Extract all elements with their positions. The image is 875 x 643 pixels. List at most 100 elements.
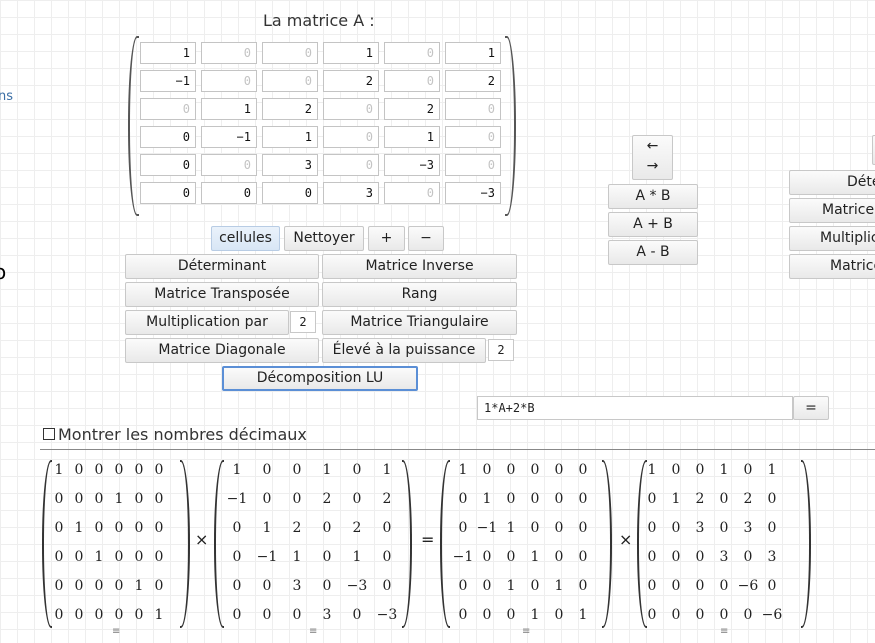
matrix-menu-icon[interactable]: ≡ (309, 626, 317, 637)
evaluate-button[interactable]: = (793, 396, 829, 420)
matrix-entry: 0 (232, 607, 242, 623)
times-operator-2: × (619, 530, 633, 549)
power-button[interactable]: Élevé à la puissance (322, 338, 486, 363)
matrix-row: 000100 (42, 489, 190, 518)
matrix-entry: 0 (262, 462, 272, 478)
matrix-row: 100101 (637, 460, 811, 489)
matrix-row: 0 −1 1 0 0 0 (440, 518, 612, 547)
matrix-a-cell[interactable]: 1 (262, 126, 318, 148)
matrix-a-cell[interactable]: 0 (262, 182, 318, 204)
matrix-a-cell[interactable]: 0 (201, 154, 257, 176)
results-divider (40, 449, 875, 450)
matrix-a-cell[interactable]: 3 (323, 182, 379, 204)
matrix-a-cell[interactable]: 1 (445, 42, 501, 64)
a-times-b-button[interactable]: A * B (608, 184, 698, 209)
matrix-a-cell[interactable]: 2 (323, 70, 379, 92)
matrix-b-multiply-button[interactable]: Multiplica (789, 226, 875, 251)
matrix-entry: 0 (578, 520, 588, 536)
matrix-b-determinant-button[interactable]: Déte (789, 170, 875, 195)
matrix-b-diagonal-button[interactable]: Matrice (789, 254, 875, 279)
matrix-entry: 0 (578, 578, 588, 594)
matrix-a-cell[interactable]: 0 (323, 154, 379, 176)
matrix-a-cell[interactable]: 1 (201, 98, 257, 120)
remove-size-button[interactable]: − (408, 226, 444, 251)
matrix-entry: 0 (154, 549, 164, 565)
matrix-entry: 1 (262, 520, 272, 536)
matrix-row: 100000 (440, 460, 612, 489)
matrix-a-title: La matrice A : (263, 11, 375, 30)
matrix-entry: −3 (376, 607, 398, 623)
transpose-button[interactable]: Matrice Transposée (125, 282, 319, 307)
matrix-entry: 0 (322, 578, 332, 594)
matrix-a-cell[interactable]: 0 (323, 126, 379, 148)
matrix-entry: 0 (154, 462, 164, 478)
matrix-entry: 1 (382, 462, 392, 478)
matrix-a-cell[interactable]: 2 (445, 70, 501, 92)
show-decimals-checkbox[interactable] (43, 428, 55, 440)
determinant-button[interactable]: Déterminant (125, 254, 319, 279)
matrix-a-cell[interactable]: 0 (445, 126, 501, 148)
add-size-button[interactable]: + (368, 226, 405, 251)
matrix-menu-icon[interactable]: ≡ (522, 626, 530, 637)
matrix-a-cell[interactable]: 3 (262, 154, 318, 176)
diagonal-button[interactable]: Matrice Diagonale (125, 338, 319, 363)
matrix-row: −1 0 0 2 0 2 (214, 489, 412, 518)
power-exponent-input[interactable]: 2 (488, 339, 514, 361)
matrix-a-cell[interactable]: 0 (140, 154, 196, 176)
matrix-a-cell[interactable]: 2 (262, 98, 318, 120)
equals-operator: = (421, 530, 435, 549)
matrix-a-cell[interactable]: 0 (323, 98, 379, 120)
matrix-a-cell[interactable]: −3 (384, 154, 440, 176)
matrix-entry: 0 (154, 491, 164, 507)
matrix-a-cell[interactable]: 0 (384, 70, 440, 92)
matrix-entry: 0 (292, 491, 302, 507)
matrix-a-cell[interactable]: −1 (140, 70, 196, 92)
matrix-a-cell[interactable]: 0 (140, 182, 196, 204)
matrix-entry: 0 (578, 549, 588, 565)
matrix-a-cell[interactable]: 0 (262, 70, 318, 92)
matrix-b-transpose-button[interactable]: Matrice (789, 198, 875, 223)
matrix-menu-icon[interactable]: ≡ (720, 626, 728, 637)
matrix-menu-icon[interactable]: ≡ (112, 626, 120, 637)
matrix-a-cell[interactable]: 0 (262, 42, 318, 64)
lu-decomposition-button[interactable]: Décomposition LU (222, 366, 418, 391)
matrix-a-left-bracket (128, 36, 139, 216)
matrix-a-cell[interactable]: 0 (201, 42, 257, 64)
multiply-by-button[interactable]: Multiplication par (125, 310, 289, 335)
matrix-entry: 1 (352, 549, 362, 565)
swap-button[interactable]: ← → (632, 135, 673, 180)
matrix-a-cell[interactable]: 0 (201, 70, 257, 92)
matrix-entry: 0 (382, 578, 392, 594)
matrix-a-cell[interactable]: −3 (445, 182, 501, 204)
matrix-a-cell[interactable]: 0 (384, 182, 440, 204)
inverse-button[interactable]: Matrice Inverse (322, 254, 517, 279)
matrix-a-cell[interactable]: 0 (201, 182, 257, 204)
rank-button[interactable]: Rang (322, 282, 517, 307)
a-minus-b-button[interactable]: A - B (608, 240, 698, 265)
a-plus-b-button[interactable]: A + B (608, 212, 698, 237)
matrix-a-cell[interactable]: 1 (323, 42, 379, 64)
times-operator: × (195, 530, 209, 549)
matrix-row: 001000 (42, 547, 190, 576)
matrix-entry: 2 (322, 491, 332, 507)
multiply-factor-input[interactable]: 2 (290, 311, 316, 333)
matrix-a-cell[interactable]: 0 (384, 42, 440, 64)
sidebar-link-fragment[interactable]: ns (0, 89, 13, 104)
matrix-entry: −1 (226, 491, 248, 507)
matrix-a-cell[interactable]: −1 (201, 126, 257, 148)
matrix-a-cell[interactable]: 2 (384, 98, 440, 120)
matrix-entry: 0 (767, 520, 777, 536)
formula-input[interactable]: 1*A+2*B (477, 396, 793, 420)
matrix-a-cell[interactable]: 1 (384, 126, 440, 148)
matrix-a-cell[interactable]: 0 (140, 126, 196, 148)
cells-button[interactable]: cellules (211, 226, 280, 251)
matrix-entry: 1 (292, 549, 302, 565)
triangular-button[interactable]: Matrice Triangulaire (322, 310, 517, 335)
matrix-a-cell[interactable]: 1 (140, 42, 196, 64)
matrix-a-cell[interactable]: 0 (445, 154, 501, 176)
show-decimals-row[interactable]: Montrer les nombres décimaux (43, 425, 307, 444)
matrix-a-cell[interactable]: 0 (445, 98, 501, 120)
matrix-a-cell[interactable]: 0 (140, 98, 196, 120)
matrix-entry: 0 (578, 462, 588, 478)
clear-button[interactable]: Nettoyer (284, 226, 364, 251)
